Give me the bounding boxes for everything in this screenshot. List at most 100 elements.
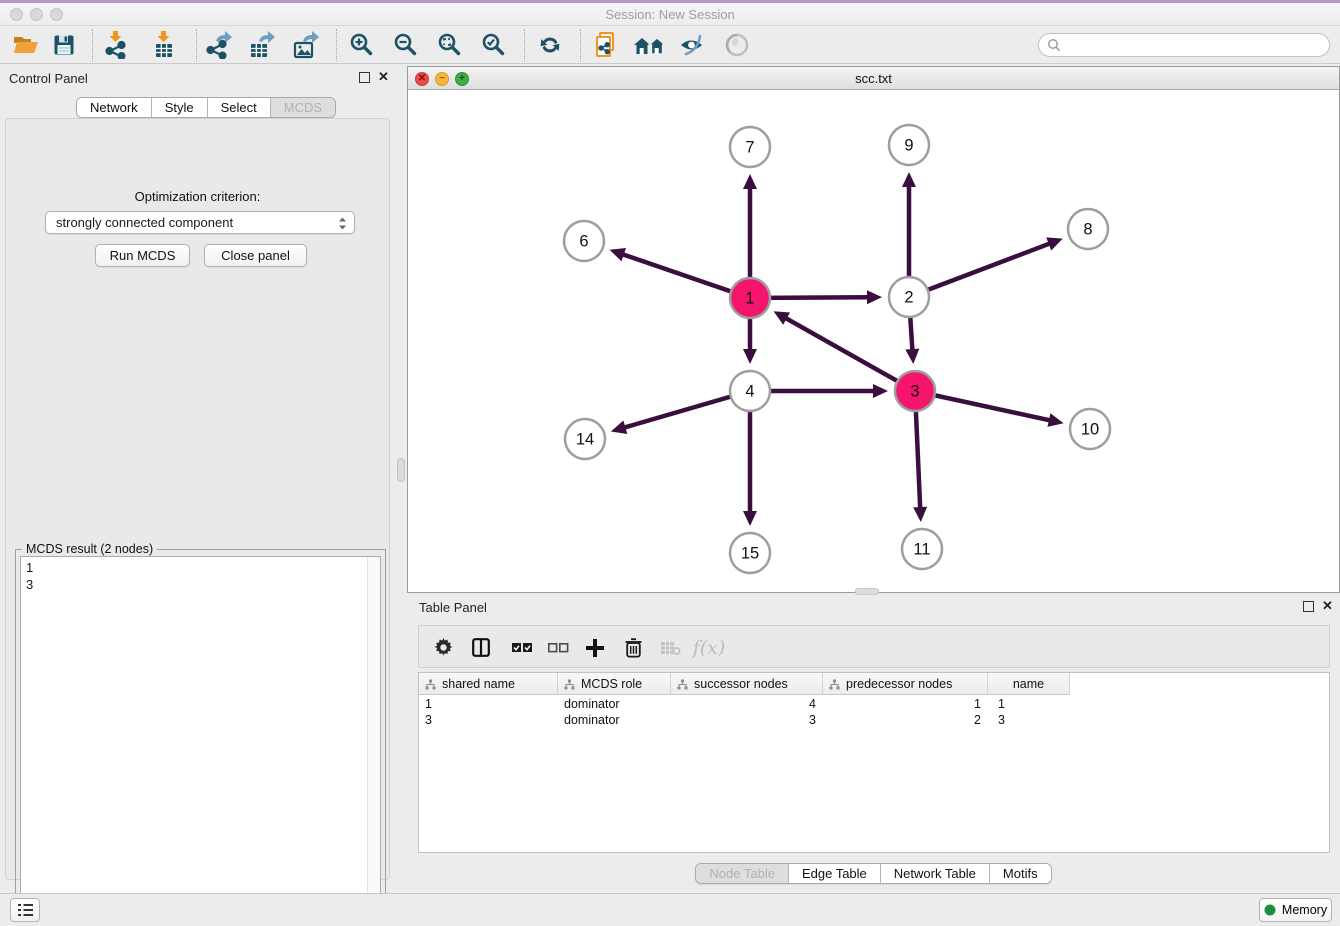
unselect-all-columns-button[interactable] <box>543 626 573 669</box>
inactive-eye-button[interactable] <box>722 30 752 60</box>
save-session-button[interactable] <box>49 30 79 60</box>
node-label-2: 2 <box>904 289 913 307</box>
node-label-1: 1 <box>745 290 754 308</box>
select-stepper-icon <box>338 216 347 231</box>
column-header-shared-name[interactable]: shared name <box>419 673 558 695</box>
delete-table-button[interactable] <box>655 626 685 669</box>
tab-mcds[interactable]: MCDS <box>270 98 335 117</box>
duplicate-network-button[interactable] <box>591 30 621 60</box>
float-panel-icon[interactable] <box>359 72 370 83</box>
edge-2-8[interactable] <box>909 243 1051 297</box>
zoom-in-button[interactable] <box>347 30 377 60</box>
function-builder-button[interactable]: f(x) <box>691 626 727 669</box>
home-networks-button[interactable] <box>632 30 668 60</box>
column-header-successor-nodes[interactable]: successor nodes <box>671 673 823 695</box>
titlebar: Session: New Session <box>0 3 1340 26</box>
node-label-15: 15 <box>741 545 759 563</box>
arrowhead-3-11 <box>913 507 927 522</box>
arrowhead-3-10 <box>1047 413 1063 427</box>
optimization-criterion-select[interactable]: strongly connected component <box>45 211 355 234</box>
tab-network-table[interactable]: Network Table <box>880 864 989 883</box>
node-label-9: 9 <box>904 137 913 155</box>
open-session-button[interactable] <box>10 30 40 60</box>
tab-network[interactable]: Network <box>77 98 151 117</box>
close-panel-icon[interactable]: ✕ <box>378 70 389 84</box>
close-table-panel-icon[interactable]: ✕ <box>1322 599 1333 613</box>
tab-select[interactable]: Select <box>207 98 270 117</box>
export-image-button[interactable] <box>290 30 320 60</box>
toolbar-separator <box>92 29 93 61</box>
select-all-columns-button[interactable] <box>507 626 537 669</box>
column-header-predecessor-nodes[interactable]: predecessor nodes <box>823 673 988 695</box>
float-table-panel-icon[interactable] <box>1303 601 1314 612</box>
table-toolbar: f(x) <box>418 625 1330 668</box>
mcds-result-line: 3 <box>26 576 375 593</box>
table-row-1[interactable]: 1dominator411 <box>419 696 1070 712</box>
cell-predecessor-nodes[interactable]: 1 <box>823 696 988 712</box>
toolbar-separator <box>336 29 337 61</box>
arrowhead-4-14 <box>611 421 627 434</box>
task-history-button[interactable] <box>10 898 40 922</box>
export-network-icon <box>204 31 232 59</box>
cell-name[interactable]: 1 <box>988 696 1070 712</box>
memory-button[interactable]: Memory <box>1259 898 1332 922</box>
tab-edge-table[interactable]: Edge Table <box>788 864 880 883</box>
delete-columns-button[interactable] <box>619 626 647 669</box>
close-panel-button[interactable]: Close panel <box>204 244 307 267</box>
table-row-3[interactable]: 3dominator323 <box>419 712 1070 728</box>
cell-MCDS-role[interactable]: dominator <box>558 712 671 728</box>
checked-boxes-icon <box>511 641 533 655</box>
trash-icon <box>625 638 642 658</box>
table-panel-title: Table Panel <box>419 600 487 615</box>
search-input[interactable] <box>1061 36 1329 54</box>
import-network-icon <box>103 31 129 59</box>
memory-label: Memory <box>1282 903 1327 917</box>
zoom-selected-button[interactable] <box>479 30 509 60</box>
zoom-selected-icon <box>481 32 507 58</box>
zoom-out-button[interactable] <box>391 30 421 60</box>
cell-MCDS-role[interactable]: dominator <box>558 696 671 712</box>
arrowhead-1-2 <box>867 290 882 304</box>
run-mcds-button[interactable]: Run MCDS <box>95 244 190 267</box>
mcds-result-group: MCDS result (2 nodes) 13 <box>15 549 386 926</box>
mcds-result-text[interactable]: 13 <box>20 556 381 921</box>
tab-style[interactable]: Style <box>151 98 207 117</box>
tab-motifs[interactable]: Motifs <box>989 864 1051 883</box>
column-header-label: predecessor nodes <box>846 677 952 691</box>
import-network-button[interactable] <box>101 30 131 60</box>
cell-predecessor-nodes[interactable]: 2 <box>823 712 988 728</box>
cell-shared-name[interactable]: 1 <box>419 696 558 712</box>
cell-name[interactable]: 3 <box>988 712 1070 728</box>
show-hide-graphics-button[interactable] <box>677 30 707 60</box>
edge-3-1[interactable] <box>785 318 915 391</box>
arrowhead-4-3 <box>873 384 888 398</box>
table-header-row: shared nameMCDS rolesuccessor nodes prede… <box>419 673 1070 695</box>
tab-node-table[interactable]: Node Table <box>696 864 788 883</box>
vertical-split-grip[interactable] <box>397 458 405 482</box>
column-header-MCDS-role[interactable]: MCDS role <box>558 673 671 695</box>
network-canvas[interactable]: 1234678910111415 <box>408 90 1339 592</box>
create-column-button[interactable] <box>579 626 611 669</box>
network-window-titlebar: ✕ − + scc.txt <box>408 67 1339 90</box>
cell-successor-nodes[interactable]: 4 <box>671 696 823 712</box>
refresh-view-button[interactable] <box>535 30 565 60</box>
import-table-button[interactable] <box>149 30 179 60</box>
zoom-fit-icon <box>437 32 463 58</box>
arrowhead-4-15 <box>743 511 757 526</box>
horizontal-split-grip[interactable] <box>855 588 879 595</box>
show-column-panel-button[interactable] <box>467 626 495 669</box>
table-settings-button[interactable] <box>429 626 457 669</box>
export-network-button[interactable] <box>203 30 233 60</box>
control-panel-title: Control Panel <box>9 71 88 86</box>
cell-successor-nodes[interactable]: 3 <box>671 712 823 728</box>
column-header-name[interactable]: name <box>988 673 1070 695</box>
zoom-fit-button[interactable] <box>435 30 465 60</box>
table-panel: Table Panel ✕ <box>407 595 1340 893</box>
arrowhead-2-3 <box>905 349 919 364</box>
export-table-button[interactable] <box>246 30 276 60</box>
mcds-tab-content: Optimization criterion: strongly connect… <box>5 118 390 880</box>
cell-shared-name[interactable]: 3 <box>419 712 558 728</box>
result-scrollbar[interactable] <box>367 557 380 920</box>
search-box <box>1038 33 1330 57</box>
duplicate-network-icon <box>592 31 620 59</box>
